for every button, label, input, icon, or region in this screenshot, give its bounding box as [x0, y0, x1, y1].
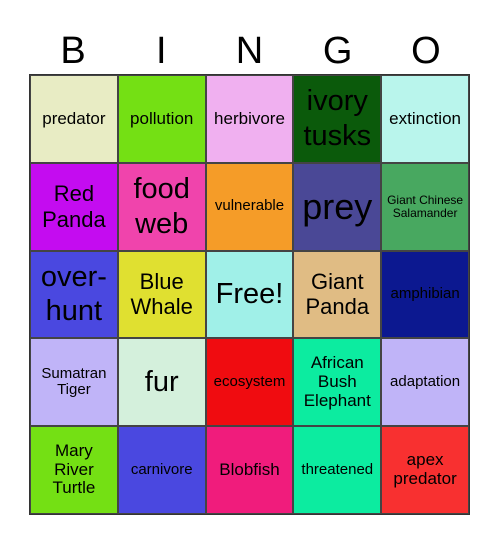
bingo-cell[interactable]: Blue Whale [117, 250, 206, 339]
bingo-cell[interactable]: over-hunt [30, 250, 118, 339]
bingo-cell[interactable]: extinction [381, 75, 469, 163]
bingo-header: B I N G O [29, 28, 470, 74]
bingo-cell[interactable]: herbivore [205, 75, 294, 163]
bingo-cell[interactable]: Sumatran Tiger [30, 338, 118, 427]
bingo-cell[interactable]: adaptation [381, 338, 469, 427]
bingo-cell[interactable]: ecosystem [205, 338, 294, 427]
header-letter-i: I [156, 30, 167, 72]
bingo-cell[interactable]: pollution [117, 75, 206, 163]
bingo-cell[interactable]: food web [117, 162, 206, 251]
bingo-cell[interactable]: African Bush Elephant [293, 338, 382, 427]
bingo-cell[interactable]: prey [293, 162, 382, 251]
header-letter-o: O [411, 30, 441, 72]
bingo-cell[interactable]: predator [30, 75, 118, 163]
header-letter-g: G [322, 30, 353, 72]
bingo-cell[interactable]: Giant Chinese Salamander [381, 162, 469, 251]
bingo-cell[interactable]: Red Panda [30, 162, 118, 251]
bingo-cell[interactable]: Giant Panda [293, 250, 382, 339]
bingo-cell[interactable]: carnivore [117, 426, 206, 514]
header-letter-b: B [60, 30, 86, 72]
bingo-cell[interactable]: vulnerable [205, 162, 294, 251]
bingo-cell[interactable]: amphibian [381, 250, 469, 339]
bingo-cell[interactable]: fur [117, 338, 206, 427]
bingo-cell[interactable]: ivory tusks [293, 75, 382, 163]
free-space-cell[interactable]: Free! [205, 250, 294, 339]
bingo-cell[interactable]: apex predator [381, 426, 469, 514]
bingo-cell[interactable]: threatened [293, 426, 382, 514]
bingo-cell[interactable]: Blobfish [205, 426, 294, 514]
bingo-grid: predator pollution herbivore ivory tusks ext… [29, 74, 470, 515]
bingo-cell[interactable]: Mary River Turtle [30, 426, 118, 514]
header-letter-n: N [235, 30, 264, 72]
